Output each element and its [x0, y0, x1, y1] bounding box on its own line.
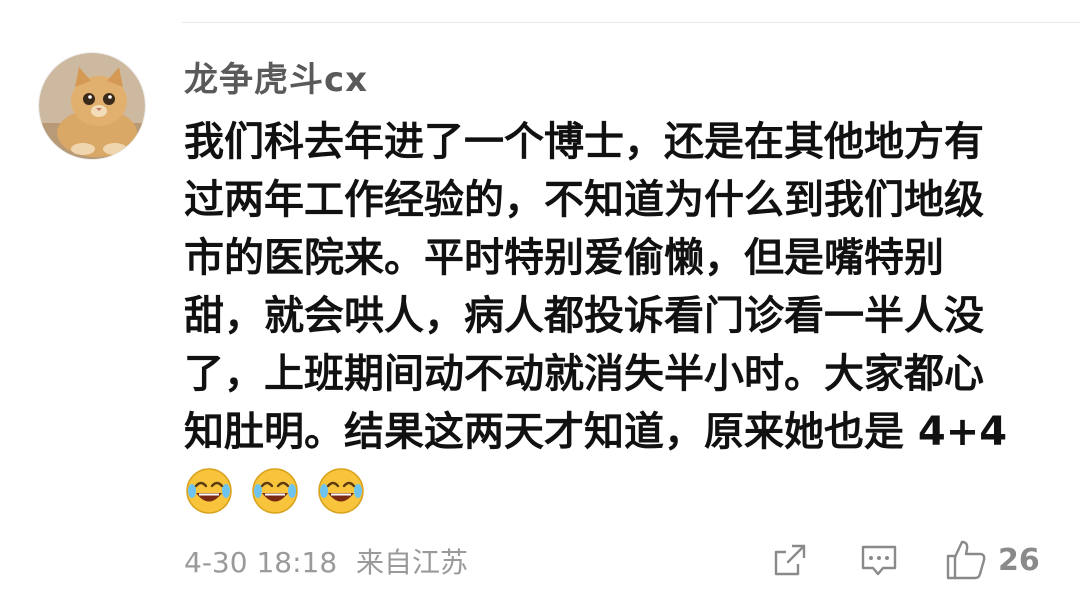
comment-line: 知肚明。结果这两天才知道，原来她也是 4+4	[184, 409, 1008, 455]
laughing-crying-emoji-icon	[186, 468, 232, 514]
like-button[interactable]: 26	[944, 536, 1040, 584]
comment-line: 我们科去年进了一个博士，还是在其他地方有	[184, 119, 984, 165]
comment-meta: 4-30 18:18 来自江苏	[184, 541, 468, 581]
like-count: 26	[998, 542, 1040, 578]
comment-line: 了，上班期间动不动就消失半小时。大家都心	[184, 351, 984, 397]
comment-line: 市的医院来。平时特别爱偷懒，但是嘴特别	[184, 235, 944, 281]
reply-button[interactable]	[859, 536, 899, 584]
comment-icon	[861, 545, 897, 576]
top-divider	[182, 22, 1080, 23]
location: 来自江苏	[356, 546, 469, 579]
user-avatar[interactable]	[38, 52, 146, 160]
share-icon	[774, 544, 806, 576]
timestamp: 4-30 18:18	[184, 546, 338, 579]
laughing-crying-emoji-icon	[252, 468, 298, 514]
laughing-crying-emoji-icon	[318, 468, 364, 514]
share-button[interactable]	[770, 536, 810, 584]
comment-line: 过两年工作经验的，不知道为什么到我们地级	[184, 177, 984, 223]
thumbs-up-icon	[946, 540, 986, 580]
comment-line: 甜，就会哄人，病人都投诉看门诊看一半人没	[184, 293, 984, 339]
emoji-row	[184, 466, 366, 516]
cat-avatar-icon	[39, 53, 145, 159]
comment-text: 我们科去年进了一个博士，还是在其他地方有 过两年工作经验的，不知道为什么到我们地…	[184, 113, 1064, 461]
username[interactable]: 龙争虎斗cx	[184, 52, 368, 101]
